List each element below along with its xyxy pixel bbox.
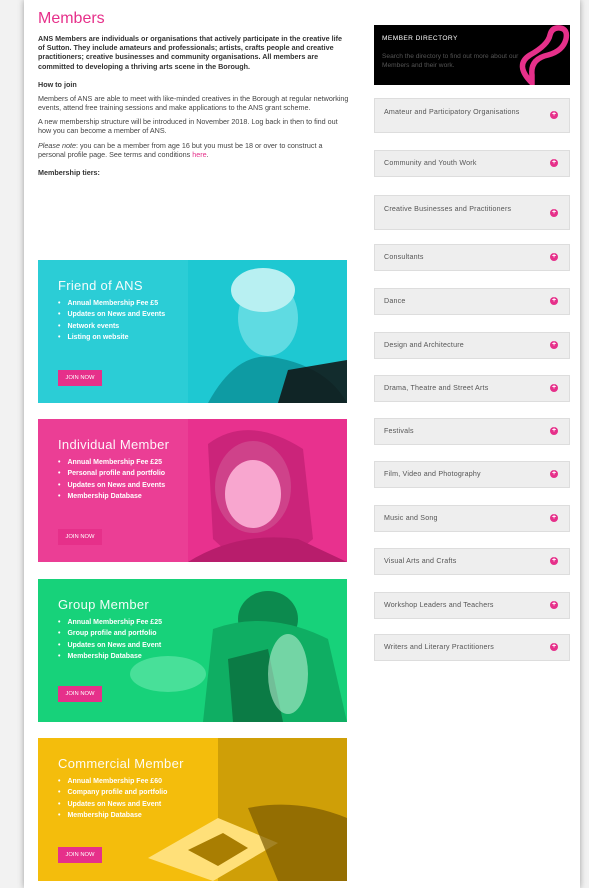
category-label: Community and Youth Work bbox=[384, 159, 477, 167]
category-film-video[interactable]: Film, Video and Photography + bbox=[374, 461, 570, 488]
terms-link[interactable]: here bbox=[192, 150, 206, 159]
how-to-join-heading: How to join bbox=[38, 79, 77, 89]
ans-logo-icon bbox=[519, 25, 570, 85]
category-writers-literary[interactable]: Writers and Literary Practitioners + bbox=[374, 634, 570, 661]
main-content: Members ANS Members are individuals or o… bbox=[38, 10, 350, 177]
category-design-architecture[interactable]: Design and Architecture + bbox=[374, 332, 570, 359]
category-consultants[interactable]: Consultants + bbox=[374, 244, 570, 271]
note-text: : you can be a member from age 16 but yo… bbox=[38, 140, 323, 159]
tier-title: Group Member bbox=[58, 597, 150, 612]
plus-circle-icon: + bbox=[550, 643, 558, 651]
category-label: Creative Businesses and Practitioners bbox=[384, 205, 512, 213]
tier-card-individual: Individual Member Annual Membership Fee … bbox=[38, 419, 347, 562]
intro-text: ANS Members are individuals or organisat… bbox=[38, 34, 342, 71]
benefit-item: Updates on News and Event bbox=[58, 640, 162, 651]
category-visual-arts[interactable]: Visual Arts and Crafts + bbox=[374, 548, 570, 575]
plus-circle-icon: + bbox=[550, 601, 558, 609]
category-label: Consultants bbox=[384, 253, 424, 261]
tier-benefits: Annual Membership Fee £25 Group profile … bbox=[58, 617, 162, 662]
category-label: Festivals bbox=[384, 427, 414, 435]
directory-title: MEMBER DIRECTORY bbox=[382, 35, 458, 42]
category-workshop-leaders[interactable]: Workshop Leaders and Teachers + bbox=[374, 592, 570, 619]
benefit-item: Membership Database bbox=[58, 491, 165, 502]
page-container: Members ANS Members are individuals or o… bbox=[24, 0, 580, 888]
category-label: Visual Arts and Crafts bbox=[384, 557, 457, 565]
page-title: Members bbox=[38, 10, 105, 27]
tier-benefits: Annual Membership Fee £25 Personal profi… bbox=[58, 457, 165, 502]
plus-circle-icon: + bbox=[550, 297, 558, 305]
benefit-item: Company profile and portfolio bbox=[58, 787, 167, 798]
category-label: Amateur and Participatory Organisations bbox=[384, 108, 520, 116]
benefit-item: Membership Database bbox=[58, 810, 167, 821]
plus-circle-icon: + bbox=[550, 514, 558, 522]
tier-benefits: Annual Membership Fee £60 Company profil… bbox=[58, 776, 167, 821]
age-note: Please note: you can be a member from ag… bbox=[38, 141, 350, 159]
benefit-item: Membership Database bbox=[58, 651, 162, 662]
benefit-item: Annual Membership Fee £25 bbox=[58, 457, 165, 468]
benefit-item: Updates on News and Events bbox=[58, 480, 165, 491]
benefit-item: Annual Membership Fee £25 bbox=[58, 617, 162, 628]
benefit-item: Group profile and portfolio bbox=[58, 628, 162, 639]
plus-circle-icon: + bbox=[550, 384, 558, 392]
tiers-heading: Membership tiers: bbox=[38, 168, 100, 178]
tier-benefits: Annual Membership Fee £5 Updates on News… bbox=[58, 298, 165, 343]
join-now-button[interactable]: JOIN NOW bbox=[58, 529, 102, 545]
category-label: Dance bbox=[384, 297, 406, 305]
category-amateur-participatory[interactable]: Amateur and Participatory Organisations … bbox=[374, 98, 570, 133]
plus-circle-icon: + bbox=[550, 159, 558, 167]
tier-card-friend: Friend of ANS Annual Membership Fee £5 U… bbox=[38, 260, 347, 403]
join-paragraph-2: A new membership structure will be intro… bbox=[38, 117, 338, 136]
category-drama-theatre[interactable]: Drama, Theatre and Street Arts + bbox=[374, 375, 570, 402]
plus-circle-icon: + bbox=[550, 341, 558, 349]
note-end: . bbox=[206, 149, 209, 159]
member-directory-banner[interactable]: MEMBER DIRECTORY Search the directory to… bbox=[374, 25, 570, 85]
plus-circle-icon: + bbox=[550, 111, 558, 119]
join-now-button[interactable]: JOIN NOW bbox=[58, 847, 102, 863]
tier-card-commercial: Commercial Member Annual Membership Fee … bbox=[38, 738, 347, 881]
tier-title: Individual Member bbox=[58, 437, 170, 452]
tier-card-group: Group Member Annual Membership Fee £25 G… bbox=[38, 579, 347, 722]
benefit-item: Updates on News and Events bbox=[58, 309, 165, 320]
plus-circle-icon: + bbox=[550, 557, 558, 565]
category-community-youth[interactable]: Community and Youth Work + bbox=[374, 150, 570, 177]
benefit-item: Network events bbox=[58, 321, 165, 332]
category-dance[interactable]: Dance + bbox=[374, 288, 570, 315]
category-label: Drama, Theatre and Street Arts bbox=[384, 384, 489, 392]
category-creative-businesses[interactable]: Creative Businesses and Practitioners + bbox=[374, 195, 570, 230]
category-label: Music and Song bbox=[384, 514, 438, 522]
category-label: Writers and Literary Practitioners bbox=[384, 643, 494, 651]
benefit-item: Personal profile and portfolio bbox=[58, 468, 165, 479]
note-label: Please note bbox=[38, 140, 76, 150]
category-label: Workshop Leaders and Teachers bbox=[384, 601, 494, 609]
plus-circle-icon: + bbox=[550, 470, 558, 478]
category-label: Design and Architecture bbox=[384, 341, 464, 349]
plus-circle-icon: + bbox=[550, 209, 558, 217]
directory-description: Search the directory to find out more ab… bbox=[382, 53, 519, 69]
tier-title: Commercial Member bbox=[58, 756, 184, 771]
tier-title: Friend of ANS bbox=[58, 278, 143, 293]
benefit-item: Updates on News and Event bbox=[58, 799, 167, 810]
benefit-item: Listing on website bbox=[58, 332, 165, 343]
benefit-item: Annual Membership Fee £60 bbox=[58, 776, 167, 787]
sidebar: MEMBER DIRECTORY Search the directory to… bbox=[374, 25, 570, 661]
benefit-item: Annual Membership Fee £5 bbox=[58, 298, 165, 309]
category-label: Film, Video and Photography bbox=[384, 470, 481, 478]
join-paragraph-1: Members of ANS are able to meet with lik… bbox=[38, 93, 349, 113]
join-now-button[interactable]: JOIN NOW bbox=[58, 686, 102, 702]
category-festivals[interactable]: Festivals + bbox=[374, 418, 570, 445]
category-music-song[interactable]: Music and Song + bbox=[374, 505, 570, 532]
plus-circle-icon: + bbox=[550, 253, 558, 261]
plus-circle-icon: + bbox=[550, 427, 558, 435]
join-now-button[interactable]: JOIN NOW bbox=[58, 370, 102, 386]
